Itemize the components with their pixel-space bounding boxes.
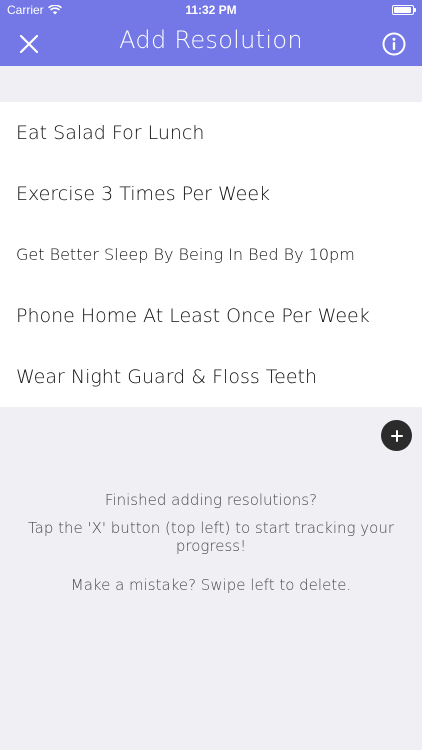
list-item[interactable]: Wear Night Guard & Floss Teeth (0, 346, 422, 407)
list-item[interactable]: Get Better Sleep By Being In Bed By 10pm (0, 224, 422, 285)
info-button[interactable] (381, 31, 407, 57)
resolution-label: Eat Salad For Lunch (16, 121, 205, 144)
status-bar: Carrier 11:32 PM (0, 0, 422, 20)
page-title: Add Resolution (119, 26, 303, 54)
hint-swipe-delete: Make a mistake? Swipe left to delete. (70, 576, 352, 594)
add-resolution-button[interactable] (381, 420, 412, 451)
navigation-bar: Add Resolution (0, 20, 422, 66)
list-item[interactable]: Phone Home At Least Once Per Week (0, 285, 422, 346)
status-time: 11:32 PM (185, 3, 237, 17)
resolution-label: Get Better Sleep By Being In Bed By 10pm (16, 245, 355, 264)
battery-icon (392, 5, 416, 15)
list-item[interactable]: Exercise 3 Times Per Week (0, 163, 422, 224)
resolution-list: Eat Salad For Lunch Exercise 3 Times Per… (0, 102, 422, 407)
plus-icon (390, 429, 403, 442)
hint-finished: Finished adding resolutions? (104, 491, 318, 509)
resolution-label: Phone Home At Least Once Per Week (16, 304, 370, 327)
info-icon (382, 32, 406, 56)
list-item[interactable]: Eat Salad For Lunch (0, 102, 422, 163)
hint-tap-x: Tap the 'X' button (top left) to start t… (27, 519, 395, 555)
resolution-label: Wear Night Guard & Floss Teeth (16, 365, 318, 388)
resolution-label: Exercise 3 Times Per Week (16, 182, 271, 205)
